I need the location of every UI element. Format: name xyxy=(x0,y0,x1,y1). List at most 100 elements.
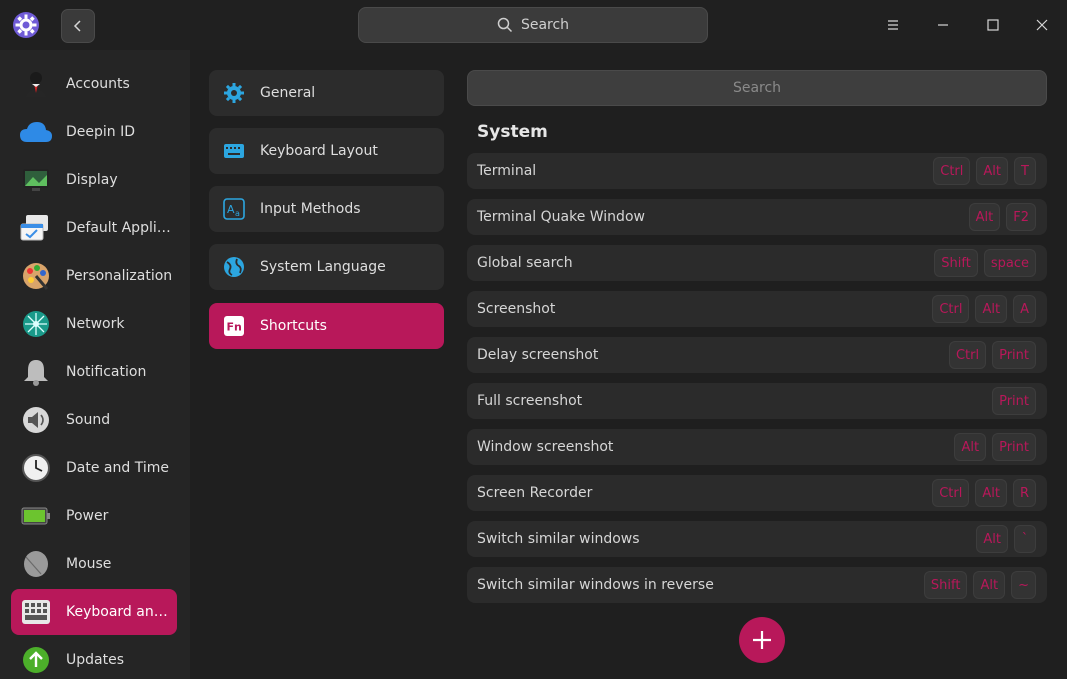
shortcut-search-placeholder: Search xyxy=(732,80,782,96)
shortcut-name: Screen Recorder xyxy=(477,485,593,501)
mouse-icon xyxy=(19,547,53,581)
sidebar-item-power[interactable]: Power xyxy=(11,493,177,539)
sidebar-item-accounts[interactable]: Accounts xyxy=(11,61,177,107)
shortcuts-panel: Search System Terminal Ctrl Alt T Terminal Q… xyxy=(457,50,1067,679)
shortcut-key: Alt xyxy=(975,479,1007,507)
shortcut-search-input[interactable]: Search xyxy=(467,70,1047,106)
sidebar-item-label: Display xyxy=(66,172,118,188)
shortcut-row[interactable]: Screenshot Ctrl Alt A xyxy=(467,291,1047,327)
sidebar-item-default-applications[interactable]: Default Applic... xyxy=(11,205,177,251)
shortcut-keys[interactable]: Ctrl Print xyxy=(948,341,1036,369)
gear-logo-icon xyxy=(11,10,41,40)
sidebar-item-label: Keyboard and ... xyxy=(66,604,174,620)
shortcut-key: Ctrl xyxy=(948,341,987,369)
sidebar-item-mouse[interactable]: Mouse xyxy=(11,541,177,587)
sidebar-item-network[interactable]: Network xyxy=(11,301,177,347)
shortcut-key: Ctrl xyxy=(932,479,970,507)
subnav-item-system-language[interactable]: System Language xyxy=(209,244,444,290)
top-search-input[interactable]: Search xyxy=(358,7,708,43)
sidebar-item-label: Default Applic... xyxy=(66,220,174,236)
shortcut-keys[interactable]: Ctrl Alt A xyxy=(932,295,1036,323)
subnav-item-label: System Language xyxy=(260,259,386,275)
close-icon xyxy=(1036,19,1048,31)
sidebar-item-label: Power xyxy=(66,508,109,524)
shortcut-name: Delay screenshot xyxy=(477,347,599,363)
shortcut-keys[interactable]: Ctrl Alt T xyxy=(933,157,1036,185)
shortcut-name: Global search xyxy=(477,255,573,271)
minimize-icon xyxy=(938,24,948,26)
battery-icon xyxy=(19,499,53,533)
chevron-left-icon xyxy=(73,20,81,32)
shortcut-key: Alt xyxy=(976,525,1008,553)
shortcut-key: T xyxy=(1014,157,1036,185)
shortcut-key: Alt xyxy=(976,157,1008,185)
sidebar-item-deepin-id[interactable]: Deepin ID xyxy=(11,109,177,155)
shortcut-row[interactable]: Switch similar windows Alt ` xyxy=(467,521,1047,557)
search-icon xyxy=(497,17,512,33)
shortcut-name: Full screenshot xyxy=(477,393,583,409)
shortcut-keys[interactable]: Print xyxy=(992,387,1036,415)
back-button[interactable] xyxy=(61,9,95,43)
shortcut-row[interactable]: Switch similar windows in reverse Shift Al… xyxy=(467,567,1047,603)
svg-text:a: a xyxy=(235,209,240,218)
maximize-button[interactable] xyxy=(978,10,1008,40)
shortcut-key: Shift xyxy=(934,249,978,277)
subnav-item-input-methods[interactable]: Aa Input Methods xyxy=(209,186,444,232)
shortcut-keys[interactable]: Shift Alt ~ xyxy=(923,571,1036,599)
shortcut-keys[interactable]: Alt Print xyxy=(954,433,1036,461)
sidebar-item-label: Personalization xyxy=(66,268,173,284)
subnav-item-shortcuts[interactable]: Fn Shortcuts xyxy=(209,303,444,349)
sidebar-item-keyboard-and-language[interactable]: Keyboard and ... xyxy=(11,589,177,635)
shortcut-row[interactable]: Screen Recorder Ctrl Alt R xyxy=(467,475,1047,511)
shortcut-key: Print xyxy=(992,341,1036,369)
shortcut-keys[interactable]: Alt F2 xyxy=(968,203,1036,231)
sidebar-item-sound[interactable]: Sound xyxy=(11,397,177,443)
shortcut-name: Terminal Quake Window xyxy=(477,209,645,225)
fn-key-icon: Fn xyxy=(222,314,246,338)
shortcut-keys[interactable]: Ctrl Alt R xyxy=(932,479,1036,507)
title-bar: Search xyxy=(0,0,1067,50)
subnav-item-general[interactable]: General xyxy=(209,70,444,116)
menu-button[interactable] xyxy=(878,10,908,40)
shortcut-row[interactable]: Window screenshot Alt Print xyxy=(467,429,1047,465)
shortcut-key: Shift xyxy=(923,571,968,599)
shortcut-key: Print xyxy=(992,433,1036,461)
hamburger-menu-icon xyxy=(888,20,898,30)
sidebar-item-label: Accounts xyxy=(66,76,130,92)
shortcut-keys[interactable]: Alt ` xyxy=(976,525,1036,553)
shortcut-key: Alt xyxy=(973,571,1006,599)
account-icon xyxy=(19,67,53,101)
shortcut-row[interactable]: Terminal Quake Window Alt F2 xyxy=(467,199,1047,235)
speaker-icon xyxy=(19,403,53,437)
shortcut-row[interactable]: Global search Shift space xyxy=(467,245,1047,281)
subnav: General Keyboard Layout Aa Input Methods… xyxy=(190,50,457,679)
shortcut-row[interactable]: Delay screenshot Ctrl Print xyxy=(467,337,1047,373)
add-shortcut-button[interactable] xyxy=(739,617,785,663)
sidebar-item-date-and-time[interactable]: Date and Time xyxy=(11,445,177,491)
shortcut-row[interactable]: Full screenshot Print xyxy=(467,383,1047,419)
sidebar-item-display[interactable]: Display xyxy=(11,157,177,203)
subnav-item-keyboard-layout[interactable]: Keyboard Layout xyxy=(209,128,444,174)
globe-icon xyxy=(222,255,246,279)
maximize-icon xyxy=(987,19,999,31)
sidebar: Accounts Deepin ID Display Default Appli… xyxy=(0,50,190,679)
minimize-button[interactable] xyxy=(928,10,958,40)
shortcut-key: Print xyxy=(992,387,1036,415)
shortcut-key: Ctrl xyxy=(933,157,971,185)
shortcut-key: A xyxy=(1013,295,1036,323)
palette-icon xyxy=(19,259,53,293)
close-button[interactable] xyxy=(1027,10,1057,40)
sidebar-item-notification[interactable]: Notification xyxy=(11,349,177,395)
sidebar-item-updates[interactable]: Updates xyxy=(11,637,177,679)
input-method-icon: Aa xyxy=(222,197,246,221)
shortcut-row[interactable]: Terminal Ctrl Alt T xyxy=(467,153,1047,189)
keyboard-icon xyxy=(19,595,53,629)
gear-icon xyxy=(222,81,246,105)
sidebar-item-label: Mouse xyxy=(66,556,112,572)
shortcut-keys[interactable]: Shift space xyxy=(934,249,1036,277)
subnav-item-label: Keyboard Layout xyxy=(260,143,378,159)
top-search-placeholder: Search xyxy=(520,17,570,33)
update-icon xyxy=(19,643,53,677)
shortcut-name: Screenshot xyxy=(477,301,556,317)
sidebar-item-personalization[interactable]: Personalization xyxy=(11,253,177,299)
